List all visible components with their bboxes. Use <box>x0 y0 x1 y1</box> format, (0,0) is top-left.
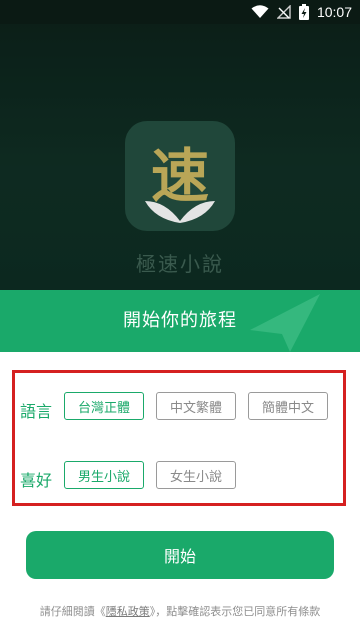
no-signal-icon <box>276 5 291 19</box>
status-icons: 10:07 <box>251 0 352 24</box>
book-leaf-icon <box>145 201 215 223</box>
banner: 開始你的旅程 <box>0 290 360 352</box>
app-logo: 速 <box>125 121 235 231</box>
battery-charging-icon <box>298 4 309 20</box>
preference-option-female-novels[interactable]: 女生小說 <box>156 461 236 489</box>
app-name: 極速小說 <box>136 252 224 276</box>
banner-title: 開始你的旅程 <box>123 310 237 331</box>
privacy-policy-link[interactable]: 隱私政策 <box>106 605 150 618</box>
status-bar: 10:07 <box>0 0 360 24</box>
policy-suffix: 》，點擊確認表示您已同意所有條款 <box>149 605 321 618</box>
language-label: 語言 <box>20 402 53 421</box>
policy-prefix: 請仔細閱讀《 <box>39 605 106 618</box>
status-time: 10:07 <box>316 4 352 20</box>
preference-label: 喜好 <box>20 471 53 490</box>
language-option-taiwan-traditional[interactable]: 台灣正體 <box>64 392 144 420</box>
preference-option-male-novels[interactable]: 男生小說 <box>64 461 144 489</box>
splash-background: 速 極速小說 <box>0 24 360 290</box>
language-option-simplified-chinese[interactable]: 簡體中文 <box>248 392 328 420</box>
policy-notice: 請仔細閱讀《隱私政策》，點擊確認表示您已同意所有條款 <box>0 603 360 619</box>
start-button[interactable]: 開始 <box>26 531 334 579</box>
language-option-traditional-chinese[interactable]: 中文繁體 <box>156 392 236 420</box>
wifi-icon <box>251 5 269 18</box>
